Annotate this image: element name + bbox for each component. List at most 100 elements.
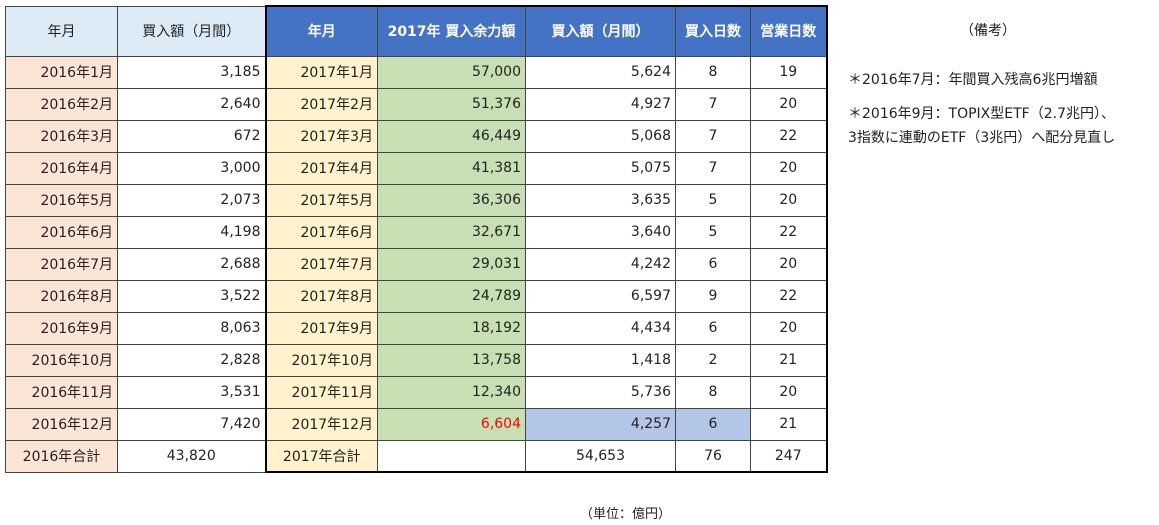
row-capacity-2017: 6,604 xyxy=(377,407,526,441)
note-line-2: ＊2016年9月：TOPIX型ETF（2.7兆円）、 xyxy=(848,106,1115,122)
total-buy-days: 76 xyxy=(675,439,751,473)
row-ym-2017: 2017年6月 xyxy=(264,215,378,249)
row-buy-days: 8 xyxy=(675,55,751,89)
row-ym-2017: 2017年8月 xyxy=(264,279,378,313)
row-amount-2016: 4,198 xyxy=(117,215,266,249)
row-ym-2016: 2016年11月 xyxy=(5,375,118,409)
row-ym-2017: 2017年3月 xyxy=(264,119,378,153)
row-business-days: 21 xyxy=(750,407,828,441)
table-row: 2016年7月 2,688 2017年7月 29,031 4,242 6 20 xyxy=(5,247,828,281)
row-capacity-2017: 36,306 xyxy=(377,183,526,217)
row-buy-days: 2 xyxy=(675,343,751,377)
table-row: 2016年10月 2,828 2017年10月 13,758 1,418 2 21 xyxy=(5,343,828,377)
header-row: 年月 買入額（月間） 年月 2017年 買入余力額 買入額（月間） 買入日数 営… xyxy=(5,5,828,57)
totals-row: 2016年合計 43,820 2017年合計 54,653 76 247 xyxy=(5,439,828,473)
row-ym-2016: 2016年2月 xyxy=(5,87,118,121)
row-ym-2016: 2016年3月 xyxy=(5,119,118,153)
notes-panel: （備考） ＊2016年7月：年間買入残高6兆円増額 ＊2016年9月：TOPIX… xyxy=(848,20,1158,162)
row-amount-2017: 5,068 xyxy=(525,119,676,153)
total-capacity-2017 xyxy=(377,439,526,473)
row-buy-days: 7 xyxy=(675,119,751,153)
row-amount-2016: 8,063 xyxy=(117,311,266,345)
row-amount-2016: 2,828 xyxy=(117,343,266,377)
header-purchase-2016: 買入額（月間） xyxy=(117,5,266,57)
row-amount-2017: 1,418 xyxy=(525,343,676,377)
table-row: 2016年3月 672 2017年3月 46,449 5,068 7 22 xyxy=(5,119,828,153)
row-ym-2017: 2017年5月 xyxy=(264,183,378,217)
row-amount-2017: 4,927 xyxy=(525,87,676,121)
row-ym-2016: 2016年6月 xyxy=(5,215,118,249)
row-ym-2016: 2016年8月 xyxy=(5,279,118,313)
row-buy-days: 8 xyxy=(675,375,751,409)
row-buy-days: 5 xyxy=(675,183,751,217)
row-capacity-2017: 24,789 xyxy=(377,279,526,313)
row-amount-2017: 3,640 xyxy=(525,215,676,249)
row-capacity-2017: 12,340 xyxy=(377,375,526,409)
table-row: 2016年2月 2,640 2017年2月 51,376 4,927 7 20 xyxy=(5,87,828,121)
total-label-2017: 2017年合計 xyxy=(264,439,378,473)
row-ym-2017: 2017年7月 xyxy=(264,247,378,281)
row-amount-2016: 3,185 xyxy=(117,55,266,89)
row-capacity-2017: 41,381 xyxy=(377,151,526,185)
row-business-days: 20 xyxy=(750,151,828,185)
header-buy-days: 買入日数 xyxy=(675,5,751,57)
row-amount-2017: 5,736 xyxy=(525,375,676,409)
row-buy-days: 6 xyxy=(675,311,751,345)
header-ym-2016: 年月 xyxy=(5,5,118,57)
table-row: 2016年5月 2,073 2017年5月 36,306 3,635 5 20 xyxy=(5,183,828,217)
total-label-2016: 2016年合計 xyxy=(5,439,118,473)
row-business-days: 20 xyxy=(750,311,828,345)
header-capacity-2017: 2017年 買入余力額 xyxy=(377,5,526,57)
row-amount-2016: 3,531 xyxy=(117,375,266,409)
row-business-days: 20 xyxy=(750,375,828,409)
row-capacity-2017: 18,192 xyxy=(377,311,526,345)
row-amount-2016: 672 xyxy=(117,119,266,153)
row-business-days: 22 xyxy=(750,215,828,249)
row-buy-days: 6 xyxy=(675,407,751,441)
header-business-days: 営業日数 xyxy=(750,5,828,57)
row-ym-2016: 2016年10月 xyxy=(5,343,118,377)
row-business-days: 20 xyxy=(750,183,828,217)
row-ym-2016: 2016年9月 xyxy=(5,311,118,345)
header-ym-2017: 年月 xyxy=(264,5,378,57)
header-purchase-2017: 買入額（月間） xyxy=(525,5,676,57)
row-amount-2016: 3,000 xyxy=(117,151,266,185)
row-amount-2017: 6,597 xyxy=(525,279,676,313)
unit-label: （単位：億円） xyxy=(580,507,672,522)
row-ym-2017: 2017年11月 xyxy=(264,375,378,409)
row-business-days: 20 xyxy=(750,87,828,121)
row-amount-2017: 4,257 xyxy=(525,407,676,441)
row-capacity-2017: 32,671 xyxy=(377,215,526,249)
note-line-1: ＊2016年7月：年間買入残高6兆円増額 xyxy=(848,72,1098,88)
row-ym-2016: 2016年5月 xyxy=(5,183,118,217)
row-capacity-2017: 57,000 xyxy=(377,55,526,89)
row-amount-2017: 4,242 xyxy=(525,247,676,281)
row-amount-2017: 4,434 xyxy=(525,311,676,345)
row-capacity-2017: 13,758 xyxy=(377,343,526,377)
table-row: 2016年6月 4,198 2017年6月 32,671 3,640 5 22 xyxy=(5,215,828,249)
table-row: 2016年12月 7,420 2017年12月 6,604 4,257 6 21 xyxy=(5,407,828,441)
row-amount-2016: 2,073 xyxy=(117,183,266,217)
row-amount-2017: 5,624 xyxy=(525,55,676,89)
row-capacity-2017: 29,031 xyxy=(377,247,526,281)
total-amount-2017: 54,653 xyxy=(525,439,676,473)
row-buy-days: 5 xyxy=(675,215,751,249)
note-line-3: 3指数に連動のETF（3兆円）へ配分見直し xyxy=(848,130,1116,146)
row-business-days: 19 xyxy=(750,55,828,89)
row-ym-2017: 2017年12月 xyxy=(264,407,378,441)
table-row: 2016年8月 3,522 2017年8月 24,789 6,597 9 22 xyxy=(5,279,828,313)
row-buy-days: 7 xyxy=(675,87,751,121)
row-ym-2016: 2016年7月 xyxy=(5,247,118,281)
row-ym-2016: 2016年4月 xyxy=(5,151,118,185)
row-ym-2017: 2017年2月 xyxy=(264,87,378,121)
row-buy-days: 7 xyxy=(675,151,751,185)
table-row: 2016年9月 8,063 2017年9月 18,192 4,434 6 20 xyxy=(5,311,828,345)
total-amount-2016: 43,820 xyxy=(117,439,266,473)
total-business-days: 247 xyxy=(750,439,828,473)
row-amount-2017: 3,635 xyxy=(525,183,676,217)
row-buy-days: 6 xyxy=(675,247,751,281)
row-amount-2016: 7,420 xyxy=(117,407,266,441)
row-ym-2017: 2017年4月 xyxy=(264,151,378,185)
row-ym-2017: 2017年10月 xyxy=(264,343,378,377)
row-buy-days: 9 xyxy=(675,279,751,313)
